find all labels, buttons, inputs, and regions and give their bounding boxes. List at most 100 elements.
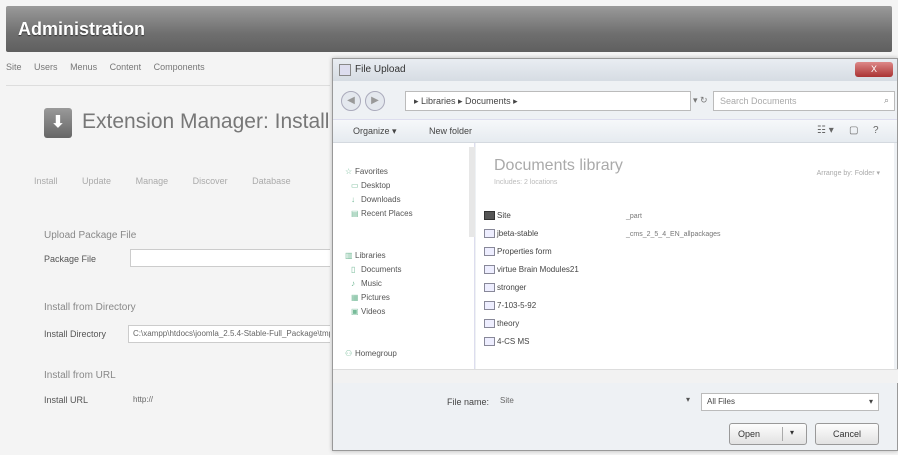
- open-dropdown-icon[interactable]: ▾: [790, 428, 794, 437]
- dialog-titlebar[interactable]: File Upload X: [333, 59, 897, 81]
- navigation-pane: ☆ Favorites ▭ Desktop ↓ Downloads ▤ Recent P…: [333, 143, 475, 369]
- dialog-toolbar: Organize ▾ New folder ☷ ▾ ▢ ?: [333, 119, 897, 143]
- install-url-label: Install URL: [44, 395, 89, 405]
- main-menu: Site Users Menus Content Components: [6, 62, 330, 80]
- page-title: Extension Manager: Install: [82, 110, 330, 133]
- browser-icon: [339, 64, 351, 76]
- tab-update[interactable]: Update: [82, 176, 111, 186]
- file-icon: [484, 265, 495, 275]
- pictures-icon: ▦: [351, 293, 359, 302]
- address-bar[interactable]: ▸ Libraries ▸ Documents ▸: [405, 91, 691, 111]
- file-row[interactable]: stronger: [484, 283, 526, 293]
- submenu-tabs: Install Update Manage Discover Database: [34, 176, 313, 186]
- library-subtitle: Includes: 2 locations: [494, 179, 558, 186]
- file-row[interactable]: Properties form: [484, 247, 552, 257]
- open-button[interactable]: Open ▾: [729, 423, 807, 445]
- downloads-icon: ↓: [351, 195, 355, 204]
- forward-button[interactable]: ▶: [365, 91, 385, 111]
- file-icon: [484, 319, 495, 329]
- search-icon: ⌕: [883, 95, 889, 105]
- nav-documents[interactable]: ▯ Documents: [351, 265, 401, 274]
- directory-section-title: Install from Directory: [44, 302, 136, 313]
- view-icon[interactable]: ☷ ▾: [817, 125, 834, 136]
- nav-pictures[interactable]: ▦ Pictures: [351, 293, 390, 302]
- tab-database[interactable]: Database: [252, 176, 291, 186]
- open-label: Open: [738, 429, 761, 439]
- library-icon: ▥: [345, 251, 353, 260]
- nav-music[interactable]: ♪ Music: [351, 279, 382, 288]
- file-icon: [484, 301, 495, 311]
- file-row[interactable]: virtue Brain Modules21: [484, 265, 579, 275]
- desktop-icon: ▭: [351, 181, 359, 190]
- menu-item-users[interactable]: Users: [34, 62, 58, 72]
- url-section-title: Install from URL: [44, 370, 116, 381]
- upload-section-title: Upload Package File: [44, 230, 137, 241]
- documents-icon: ▯: [351, 265, 356, 274]
- nav-scrollbar[interactable]: [469, 147, 475, 237]
- back-button[interactable]: ◀: [341, 91, 361, 111]
- new-folder-button[interactable]: New folder: [429, 126, 472, 136]
- admin-page: Site Users Menus Content Components ⬇ Ex…: [0, 0, 330, 455]
- preview-pane-icon[interactable]: ▢: [849, 125, 858, 136]
- folder-icon: [484, 211, 495, 221]
- file-list-pane: Documents library Includes: 2 locations …: [476, 143, 894, 369]
- install-directory-label: Install Directory: [44, 329, 107, 339]
- file-name-label: File name:: [447, 397, 490, 407]
- videos-icon: ▣: [351, 307, 359, 316]
- menu-item-components[interactable]: Components: [154, 62, 205, 72]
- file-upload-dialog: File Upload X ◀ ▶ ▸ Libraries ▸ Document…: [332, 58, 898, 451]
- organize-button[interactable]: Organize ▾: [353, 126, 397, 137]
- file-type-value: All Files: [707, 397, 736, 406]
- recent-icon: ▤: [351, 209, 359, 218]
- refresh-icon[interactable]: ▾ ↻: [693, 95, 708, 106]
- dialog-title: File Upload: [355, 64, 406, 75]
- close-button[interactable]: X: [855, 62, 893, 77]
- menu-item-content[interactable]: Content: [110, 62, 142, 72]
- homegroup-icon: ⚇: [345, 349, 353, 358]
- nav-videos[interactable]: ▣ Videos: [351, 307, 385, 316]
- split-divider: [782, 427, 783, 441]
- menu-divider: [6, 85, 330, 86]
- file-row[interactable]: Site: [484, 211, 511, 221]
- tab-discover[interactable]: Discover: [193, 176, 228, 186]
- install-url-input[interactable]: http://: [128, 391, 330, 409]
- file-type-select[interactable]: All Files ▾: [701, 393, 879, 411]
- nav-recent-places[interactable]: ▤ Recent Places: [351, 209, 413, 218]
- star-icon: ☆: [345, 167, 353, 176]
- file-date: _cms_2_5_4_EN_allpackages: [626, 231, 721, 238]
- search-placeholder: Search Documents: [720, 96, 797, 106]
- file-icon: [484, 247, 495, 257]
- package-file-label: Package File: [44, 254, 97, 264]
- file-name-input[interactable]: Site: [497, 393, 697, 411]
- menu-item-site[interactable]: Site: [6, 62, 22, 72]
- chevron-down-icon: ▾: [868, 397, 873, 406]
- file-icon: [484, 337, 495, 347]
- nav-libraries[interactable]: ▥ Libraries: [345, 251, 386, 260]
- horizontal-scrollbar[interactable]: [333, 369, 898, 383]
- nav-homegroup[interactable]: ⚇ Homegroup: [345, 349, 397, 358]
- cancel-button[interactable]: Cancel: [815, 423, 879, 445]
- package-file-input[interactable]: [130, 249, 330, 267]
- install-directory-input[interactable]: C:\xampp\htdocs\joomla_2.5.4-Stable-Full…: [128, 325, 330, 343]
- search-input[interactable]: Search Documents ⌕: [713, 91, 895, 111]
- menu-item-menus[interactable]: Menus: [70, 62, 97, 72]
- music-icon: ♪: [351, 279, 355, 288]
- file-icon: [484, 283, 495, 293]
- file-row[interactable]: theory: [484, 319, 519, 329]
- file-row[interactable]: 4-CS MS: [484, 337, 529, 347]
- file-icon: [484, 229, 495, 239]
- nav-desktop[interactable]: ▭ Desktop: [351, 181, 390, 190]
- extension-manager-icon: ⬇: [44, 108, 72, 138]
- address-row: ◀ ▶ ▸ Libraries ▸ Documents ▸ ▾ ↻ Search…: [333, 87, 897, 115]
- help-icon[interactable]: ?: [873, 125, 879, 136]
- arrange-by-dropdown[interactable]: Arrange by: Folder ▾: [817, 169, 880, 177]
- library-title: Documents library: [494, 157, 623, 174]
- file-name-dropdown-icon[interactable]: ▾: [686, 395, 690, 404]
- file-row[interactable]: 7-103-5-92: [484, 301, 536, 311]
- nav-favorites[interactable]: ☆ Favorites: [345, 167, 388, 176]
- tab-install[interactable]: Install: [34, 176, 58, 186]
- file-row[interactable]: jbeta-stable: [484, 229, 538, 239]
- file-date: _part: [626, 213, 642, 220]
- tab-manage[interactable]: Manage: [136, 176, 169, 186]
- nav-downloads[interactable]: ↓ Downloads: [351, 195, 401, 204]
